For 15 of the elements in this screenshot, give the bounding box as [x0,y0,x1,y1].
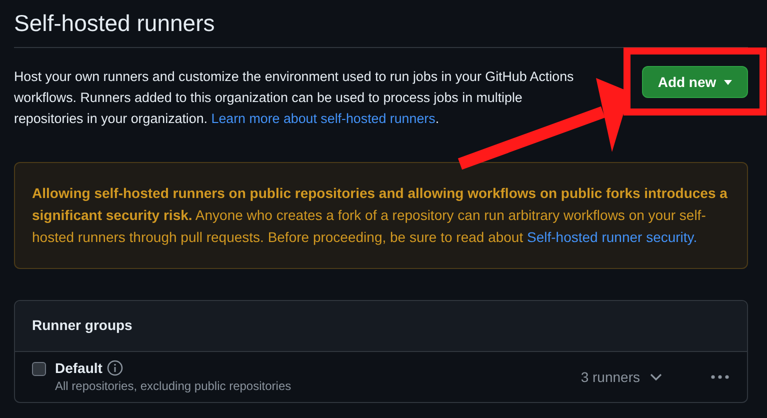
warning-message: Allowing self-hosted runners on public repositories and allowing workflows on public forks introduces a significant security risk. Anyone who creates a fork of a repository can run arbitrary workflows on your self-hosted runners through pull requests. Before proceeding, be sure to read about Self-hosted runner security. [32,184,728,247]
runner-count[interactable]: 3 runners [580,368,640,384]
checkbox[interactable] [32,362,46,376]
chevron-down-icon[interactable] [650,372,662,380]
description: Host your own runners and customize the environment used to run jobs in your GitHub Actions workflows. Runners added to this organization can be used to process jobs in multiple repositories in your organization. Learn more about self-hosted runners. [14,68,575,128]
more-options-icon[interactable] [710,374,730,380]
group-name[interactable]: Default [55,360,102,376]
add-new-button[interactable]: Add new [642,66,748,98]
group-description: All repositories, excluding public repositories [55,379,292,393]
caret-icon [724,80,732,84]
security-link[interactable]: Self-hosted runner security. [527,229,698,245]
page-title: Self-hosted runners [14,6,748,48]
info-icon[interactable] [107,360,124,376]
learn-more-link[interactable]: Learn more about self-hosted runners [211,111,436,126]
panel-title: Runner groups [32,317,132,333]
